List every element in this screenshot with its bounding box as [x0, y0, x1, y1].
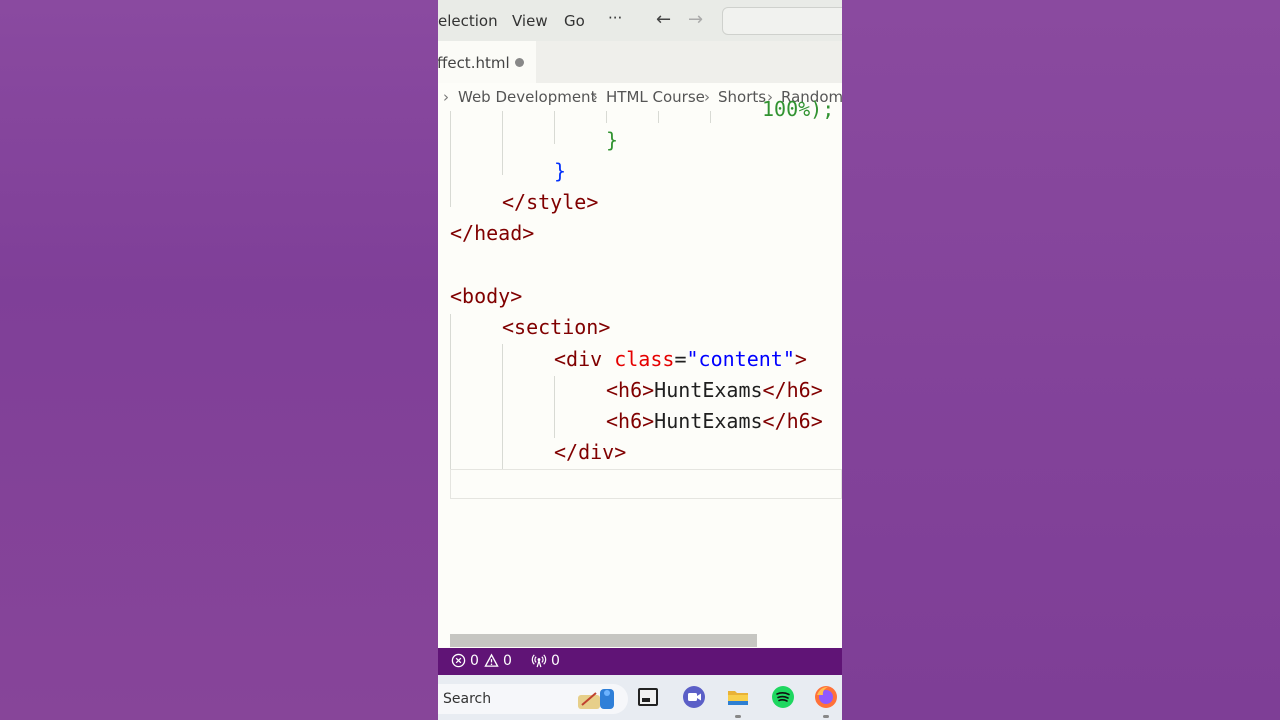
horizontal-scrollbar[interactable] [450, 634, 757, 647]
indent-guide [450, 314, 451, 469]
code-line: 100%); [762, 97, 835, 121]
spotify-icon[interactable] [771, 685, 795, 709]
code-line: </div> [554, 440, 627, 464]
error-count[interactable]: 0 [470, 653, 479, 669]
unsaved-dot-icon[interactable] [515, 58, 524, 67]
menu-view[interactable]: View [512, 12, 548, 30]
menu-go[interactable]: Go [564, 12, 585, 30]
code-editor[interactable]: 100%); } } </style> </head> <body> <sect… [438, 97, 842, 636]
taskbar-search[interactable]: Search [438, 684, 628, 714]
code-line: <section> [502, 315, 611, 339]
warning-count[interactable]: 0 [503, 653, 512, 669]
indent-guide [502, 344, 503, 469]
chevron-right-icon: › [443, 88, 449, 106]
forward-arrow-icon[interactable]: → [688, 9, 703, 30]
code-line: <div class="content"> [554, 347, 807, 371]
indent-guide [710, 111, 711, 123]
chevron-right-icon: › [592, 88, 598, 106]
broadcast-icon[interactable] [531, 653, 547, 670]
code-line: <h6>HuntExams</h6> [606, 409, 823, 433]
current-line-highlight [450, 469, 842, 499]
code-line: <body> [450, 284, 523, 308]
taskbar: Search [438, 675, 842, 720]
breadcrumb-item[interactable]: HTML Course [606, 88, 705, 106]
code-line: } [554, 159, 567, 183]
indent-guide [554, 111, 555, 144]
breadcrumb-item[interactable]: Shorts [718, 88, 766, 106]
ports-count[interactable]: 0 [551, 653, 560, 669]
file-explorer-icon[interactable] [726, 685, 750, 709]
editor-screen: election View Go ··· ← → ffect.html › We… [438, 0, 842, 720]
indent-guide [450, 111, 451, 207]
search-label: Search [443, 691, 492, 707]
indent-guide [502, 111, 503, 175]
breadcrumb-item[interactable]: Web Development [458, 88, 596, 106]
menu-more[interactable]: ··· [608, 9, 622, 27]
warning-icon[interactable] [484, 653, 499, 670]
indent-guide [606, 111, 607, 123]
error-icon[interactable] [451, 653, 466, 670]
running-indicator [735, 715, 741, 718]
status-bar: 0 0 0 [438, 648, 842, 675]
back-arrow-icon[interactable]: ← [656, 9, 671, 30]
command-center-search[interactable] [722, 7, 842, 35]
code-line: </head> [450, 221, 535, 245]
code-line: <h6>HuntExams</h6> [606, 378, 823, 402]
background-left [0, 0, 438, 720]
tab-bar: ffect.html [438, 41, 842, 83]
chevron-right-icon: › [704, 88, 710, 106]
tab-label: ffect.html [438, 54, 510, 72]
code-line: } [606, 128, 619, 152]
widgets-icon[interactable] [576, 685, 622, 713]
indent-guide [658, 111, 659, 123]
menu-selection[interactable]: election [438, 12, 498, 30]
menu-bar: election View Go ··· ← → [438, 0, 842, 41]
running-indicator [823, 715, 829, 718]
indent-guide [554, 376, 555, 438]
code-line: </style> [502, 190, 599, 214]
firefox-icon[interactable] [814, 685, 838, 709]
background-right [842, 0, 1280, 720]
tab-active-file[interactable]: ffect.html [438, 41, 536, 83]
terminal-icon[interactable] [636, 685, 660, 709]
teams-icon[interactable] [682, 685, 706, 709]
